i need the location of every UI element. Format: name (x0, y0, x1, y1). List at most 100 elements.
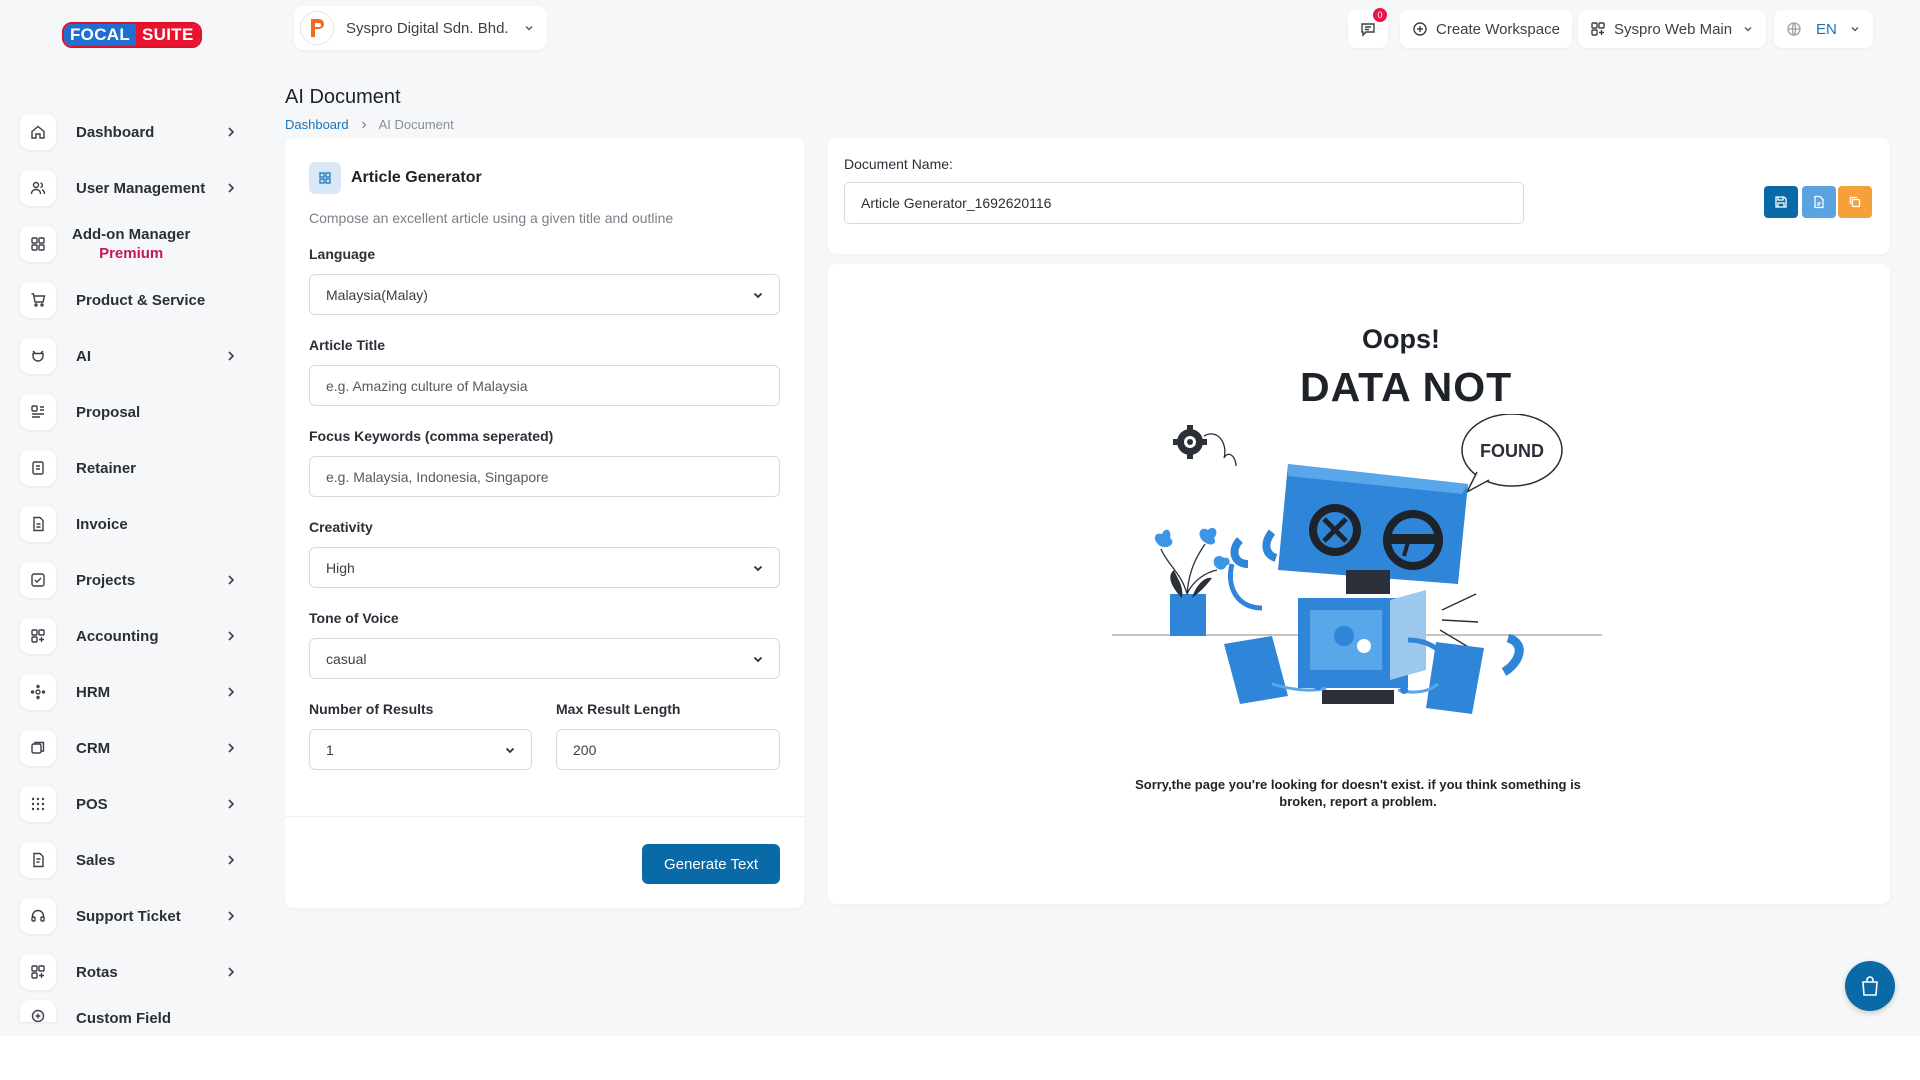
sidebar-item-crm[interactable]: CRM (20, 720, 240, 776)
brand-logo[interactable]: FOCAL SUITE (62, 22, 202, 48)
create-workspace-button[interactable]: Create Workspace (1400, 10, 1572, 48)
sidebar-item-label: Dashboard (76, 123, 155, 141)
chevron-right-icon (228, 127, 235, 137)
company-logo-icon (300, 11, 334, 45)
sidebar-item-pos[interactable]: POS (20, 776, 240, 832)
sidebar-item-support-ticket[interactable]: Support Ticket (20, 888, 240, 944)
document-name-input[interactable]: Article Generator_1692620116 (844, 182, 1524, 224)
language-value: Malaysia(Malay) (326, 286, 428, 303)
article-title-placeholder: e.g. Amazing culture of Malaysia (326, 377, 528, 394)
form-divider (285, 816, 804, 817)
chevron-right-icon (228, 799, 235, 809)
logo-part-suite: SUITE (136, 24, 200, 46)
copy-button[interactable] (1838, 186, 1872, 218)
company-switcher[interactable]: Syspro Digital Sdn. Bhd. (294, 6, 547, 50)
sidebar-item-invoice[interactable]: Invoice (20, 496, 240, 552)
language-label: Language (309, 246, 376, 262)
sidebar-item-label: CRM (76, 739, 111, 757)
hrm-icon (20, 674, 56, 710)
invoice-icon (20, 506, 56, 542)
keywords-placeholder: e.g. Malaysia, Indonesia, Singapore (326, 468, 549, 485)
ai-icon (20, 338, 56, 374)
chevron-down-icon (753, 565, 763, 572)
messages-button[interactable]: 0 (1348, 8, 1388, 48)
tone-label: Tone of Voice (309, 610, 399, 626)
sidebar-item-dashboard[interactable]: Dashboard (20, 104, 240, 160)
crm-icon (20, 730, 56, 766)
workspace-name: Syspro Web Main (1614, 20, 1733, 38)
generator-description: Compose an excellent article using a giv… (309, 210, 674, 226)
max-length-value: 200 (573, 741, 597, 758)
create-workspace-label: Create Workspace (1436, 20, 1560, 38)
users-icon (20, 170, 56, 206)
chevron-down-icon (1851, 26, 1859, 32)
sidebar-item-label: Proposal (76, 403, 141, 421)
chat-icon (1361, 23, 1375, 37)
premium-badge: Premium (99, 245, 164, 262)
document-name-card: Document Name: Article Generator_1692620… (828, 138, 1890, 254)
broken-robot-illustration: FOUND (1112, 414, 1602, 714)
num-results-label: Number of Results (309, 701, 434, 717)
language-select[interactable]: Malaysia(Malay) (309, 274, 780, 315)
file-icon (1814, 195, 1824, 209)
sidebar-item-label: Invoice (76, 515, 128, 533)
save-button[interactable] (1764, 186, 1798, 218)
chevron-right-icon (228, 351, 235, 361)
sidebar-item-retainer[interactable]: Retainer (20, 440, 240, 496)
cart-icon (20, 282, 56, 318)
template-icon (309, 162, 341, 194)
data-not-found-heading: DATA NOT (1300, 364, 1513, 410)
sidebar-item-projects[interactable]: Projects (20, 552, 240, 608)
sidebar-item-rotas[interactable]: Rotas (20, 944, 240, 1000)
pos-icon (20, 786, 56, 822)
sidebar-item-user-management[interactable]: User Management (20, 160, 240, 216)
breadcrumb-dashboard[interactable]: Dashboard (285, 117, 349, 132)
sidebar-item-hrm[interactable]: HRM (20, 664, 240, 720)
accounting-icon (20, 618, 56, 654)
creativity-select[interactable]: High (309, 547, 780, 588)
chevron-right-icon (228, 687, 235, 697)
max-length-label: Max Result Length (556, 701, 681, 717)
bottom-strip (0, 1036, 1920, 1080)
headset-icon (20, 898, 56, 934)
tone-select[interactable]: casual (309, 638, 780, 679)
shopping-bag-button[interactable] (1845, 961, 1895, 1011)
proposal-icon (20, 394, 56, 430)
company-name: Syspro Digital Sdn. Bhd. (346, 19, 509, 37)
article-title-input[interactable]: e.g. Amazing culture of Malaysia (309, 365, 780, 406)
sidebar-item-sales[interactable]: Sales (20, 832, 240, 888)
grid-icon (20, 226, 56, 262)
chevron-right-icon (228, 911, 235, 921)
save-icon (1775, 196, 1787, 208)
result-card: Oops! DATA NOT FOUND Sorry,the page you'… (828, 264, 1890, 904)
language-switcher[interactable]: EN (1774, 10, 1873, 48)
chevron-down-icon (753, 656, 763, 663)
breadcrumb-current: AI Document (378, 117, 454, 132)
sidebar: FOCAL SUITE Dashboard User Management Ad… (0, 0, 260, 1036)
sidebar-item-label: POS (76, 795, 108, 813)
sidebar-item-custom-field[interactable]: Custom Field (20, 1000, 240, 1034)
plus-circle-icon (20, 1000, 56, 1022)
not-found-message: Sorry,the page you're looking for doesn'… (1135, 777, 1581, 809)
sidebar-item-label: Custom Field (76, 1010, 172, 1027)
rotas-icon (20, 954, 56, 990)
logo-part-focal: FOCAL (64, 24, 137, 46)
keywords-input[interactable]: e.g. Malaysia, Indonesia, Singapore (309, 456, 780, 497)
generate-text-button[interactable]: Generate Text (642, 844, 780, 884)
max-length-input[interactable]: 200 (556, 729, 780, 770)
sidebar-item-proposal[interactable]: Proposal (20, 384, 240, 440)
download-button[interactable] (1802, 186, 1836, 218)
sidebar-item-product-service[interactable]: Product & Service (20, 272, 240, 328)
num-results-value: 1 (326, 741, 334, 758)
sidebar-item-accounting[interactable]: Accounting (20, 608, 240, 664)
num-results-select[interactable]: 1 (309, 729, 532, 770)
breadcrumb: Dashboard AI Document (285, 117, 454, 132)
document-name-label: Document Name: (844, 156, 953, 172)
sidebar-item-label: Projects (76, 571, 136, 589)
sidebar-item-ai[interactable]: AI (20, 328, 240, 384)
sidebar-item-addon-manager[interactable]: Add-on Manager Premium (20, 216, 240, 272)
generator-header: Article Generator (309, 162, 482, 194)
home-icon (20, 114, 56, 150)
sidebar-item-label: Accounting (76, 627, 159, 645)
workspace-switcher[interactable]: Syspro Web Main (1578, 10, 1767, 48)
